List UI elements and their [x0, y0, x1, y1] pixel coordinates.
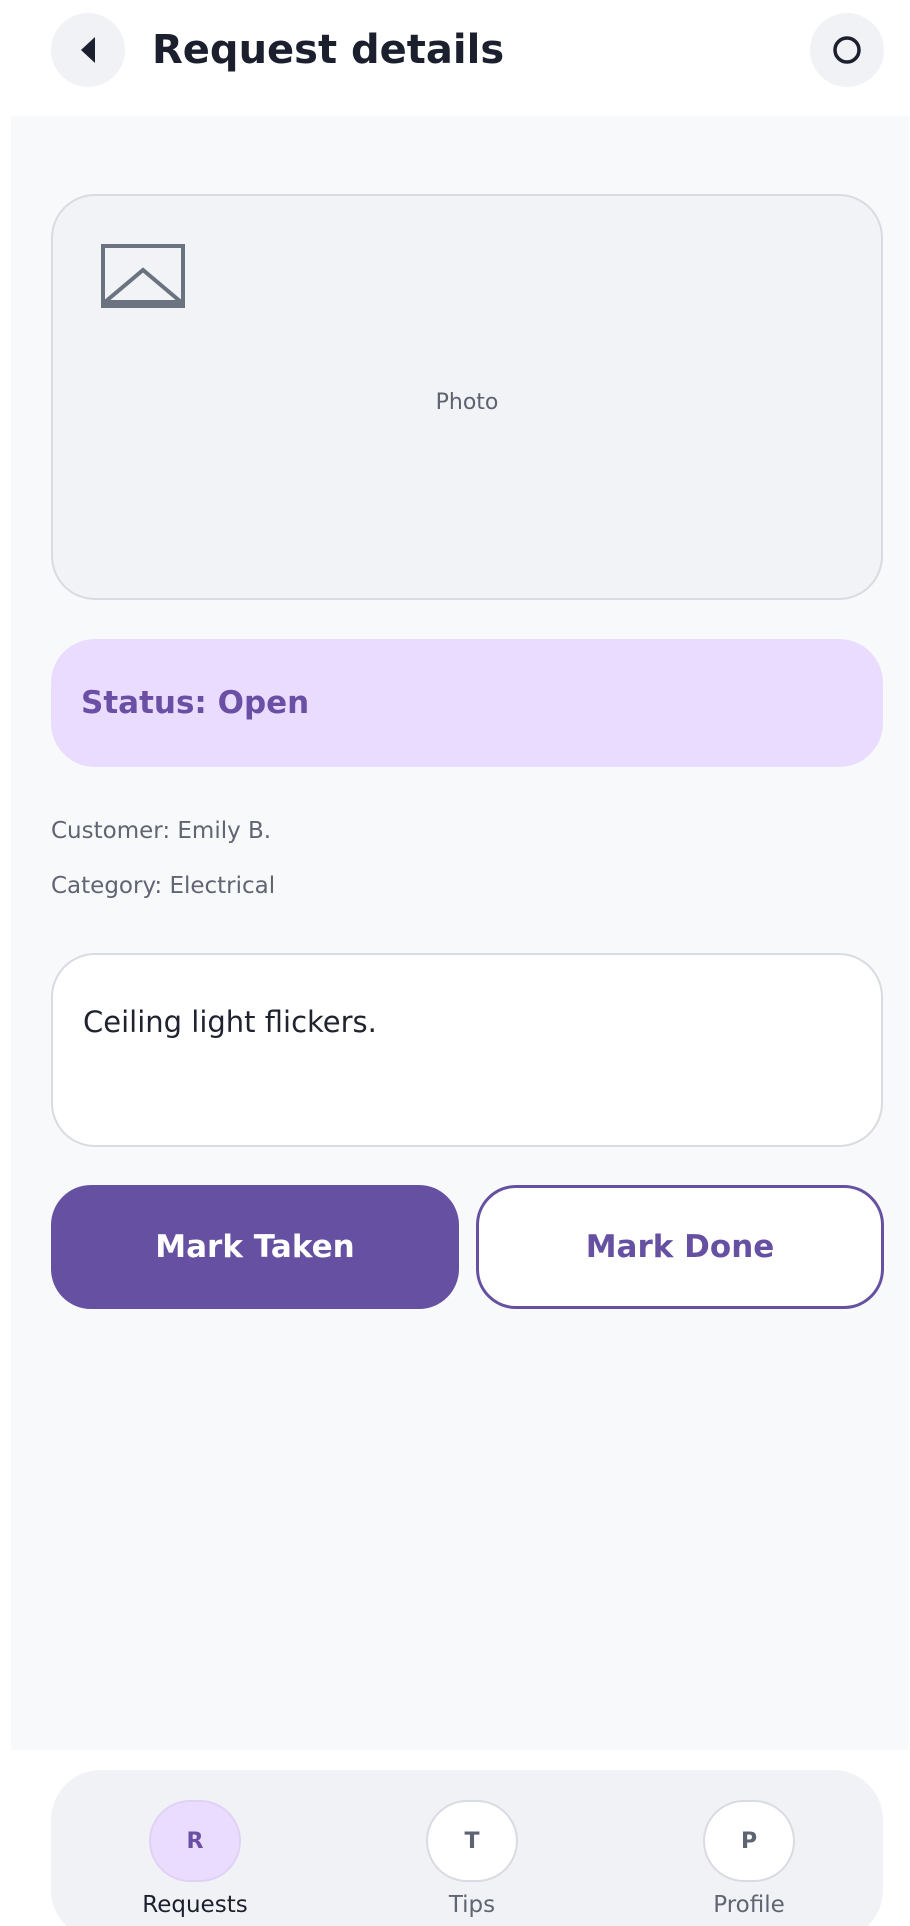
circle-icon — [833, 36, 861, 64]
nav-badge-tips: T — [426, 1800, 518, 1882]
bottom-nav: R Requests T Tips P Profile — [51, 1770, 883, 1926]
customer-line: Customer: Emily B. — [51, 818, 272, 844]
status-text: Status: Open — [81, 685, 310, 721]
nav-item-tips[interactable]: T Tips — [392, 1800, 552, 1918]
nav-label-requests: Requests — [142, 1892, 248, 1918]
nav-item-requests[interactable]: R Requests — [115, 1800, 275, 1918]
description-card: Ceiling light flickers. — [51, 953, 883, 1147]
photo-label: Photo — [435, 390, 499, 415]
content-area: Photo Status: Open Customer: Emily B. Ca… — [11, 116, 909, 1750]
mark-taken-button[interactable]: Mark Taken — [51, 1185, 459, 1309]
image-icon — [101, 244, 185, 308]
nav-label-profile: Profile — [713, 1892, 785, 1918]
app-root: Request details Photo Status: Open Custo… — [0, 0, 910, 1926]
more-button[interactable] — [810, 13, 884, 87]
header: Request details — [0, 0, 910, 114]
nav-badge-requests: R — [149, 1800, 241, 1882]
description-text: Ceiling light flickers. — [83, 1005, 377, 1039]
nav-item-profile[interactable]: P Profile — [669, 1800, 829, 1918]
triangle-left-icon — [81, 37, 95, 63]
page-title: Request details — [152, 27, 505, 73]
status-badge: Status: Open — [51, 639, 883, 767]
nav-label-tips: Tips — [448, 1892, 496, 1918]
category-line: Category: Electrical — [51, 873, 276, 899]
back-button[interactable] — [51, 13, 125, 87]
photo-card[interactable]: Photo — [51, 194, 883, 600]
mark-done-button[interactable]: Mark Done — [476, 1185, 884, 1309]
nav-badge-profile: P — [703, 1800, 795, 1882]
